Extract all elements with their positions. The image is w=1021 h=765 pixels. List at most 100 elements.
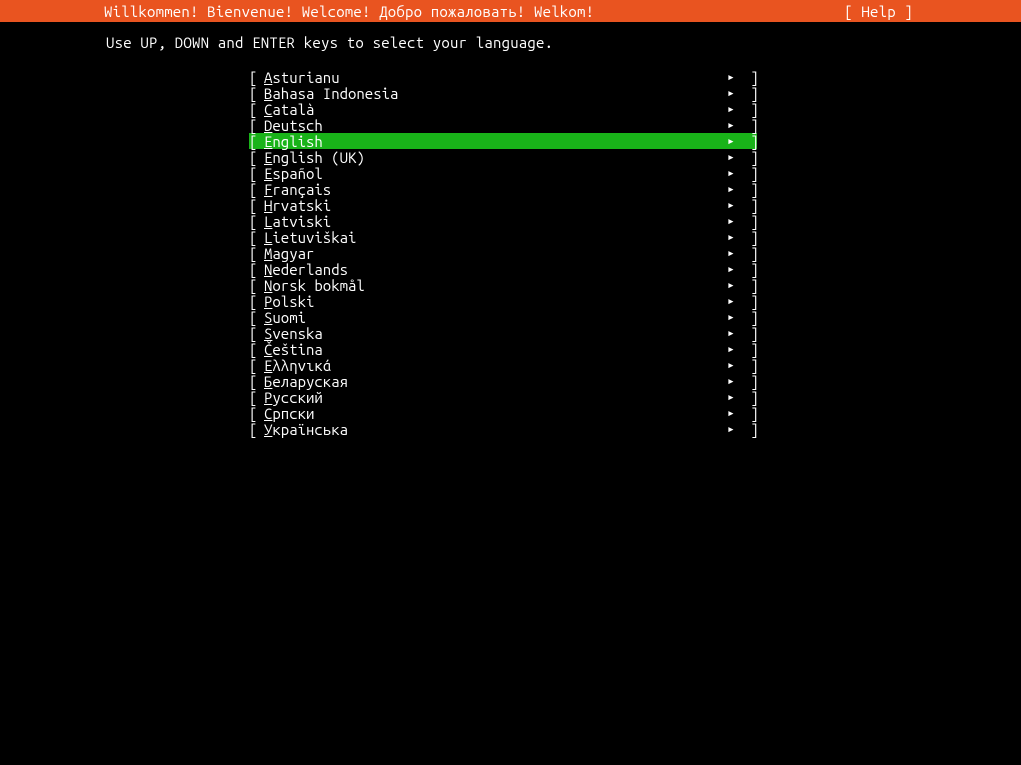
instruction-text: Use UP, DOWN and ENTER keys to select yo… [0, 22, 1021, 51]
language-item[interactable]: [ Asturianu▸ ] [249, 69, 757, 85]
language-item[interactable]: [ Deutsch▸ ] [249, 117, 757, 133]
left-bracket: [ [249, 357, 264, 374]
right-bracket: ] [742, 261, 757, 278]
left-bracket: [ [249, 421, 264, 438]
right-bracket: ] [742, 373, 757, 390]
right-bracket: ] [742, 325, 757, 342]
right-bracket: ] [742, 341, 757, 358]
arrow-right-icon: ▸ [727, 102, 742, 117]
language-name: Polski [264, 293, 727, 310]
language-name: Hrvatski [264, 197, 727, 214]
language-name: Español [264, 165, 727, 182]
language-item[interactable]: [ Nederlands▸ ] [249, 261, 757, 277]
left-bracket: [ [249, 213, 264, 230]
language-item[interactable]: [ Polski▸ ] [249, 293, 757, 309]
right-bracket: ] [742, 421, 757, 438]
arrow-right-icon: ▸ [727, 70, 742, 85]
language-list: [ Asturianu▸ ][ Bahasa Indonesia▸ ][ Cat… [0, 69, 1021, 437]
left-bracket: [ [249, 165, 264, 182]
left-bracket: [ [249, 341, 264, 358]
language-item[interactable]: [ Suomi▸ ] [249, 309, 757, 325]
right-bracket: ] [742, 197, 757, 214]
language-item[interactable]: [ Español▸ ] [249, 165, 757, 181]
language-item[interactable]: [ Bahasa Indonesia▸ ] [249, 85, 757, 101]
arrow-right-icon: ▸ [727, 326, 742, 341]
arrow-right-icon: ▸ [727, 182, 742, 197]
language-item[interactable]: [ Беларуская▸ ] [249, 373, 757, 389]
language-name: Русский [264, 389, 727, 406]
right-bracket: ] [742, 293, 757, 310]
language-item[interactable]: [ Svenska▸ ] [249, 325, 757, 341]
language-item[interactable]: [ Català▸ ] [249, 101, 757, 117]
arrow-right-icon: ▸ [727, 118, 742, 133]
arrow-right-icon: ▸ [727, 374, 742, 389]
arrow-right-icon: ▸ [727, 150, 742, 165]
arrow-right-icon: ▸ [727, 358, 742, 373]
language-name: Suomi [264, 309, 727, 326]
arrow-right-icon: ▸ [727, 166, 742, 181]
language-name: Latviski [264, 213, 727, 230]
right-bracket: ] [742, 149, 757, 166]
language-name: Українська [264, 421, 727, 438]
right-bracket: ] [742, 389, 757, 406]
left-bracket: [ [249, 405, 264, 422]
left-bracket: [ [249, 69, 264, 86]
right-bracket: ] [742, 229, 757, 246]
right-bracket: ] [742, 245, 757, 262]
arrow-right-icon: ▸ [727, 262, 742, 277]
language-name: English (UK) [264, 149, 727, 166]
left-bracket: [ [249, 325, 264, 342]
language-item[interactable]: [ Українська▸ ] [249, 421, 757, 437]
right-bracket: ] [742, 69, 757, 86]
language-item[interactable]: [ Ελληνικά▸ ] [249, 357, 757, 373]
right-bracket: ] [742, 405, 757, 422]
arrow-right-icon: ▸ [727, 134, 742, 149]
language-item[interactable]: [ Magyar▸ ] [249, 245, 757, 261]
language-name: Català [264, 101, 727, 118]
left-bracket: [ [249, 309, 264, 326]
language-name: Français [264, 181, 727, 198]
right-bracket: ] [742, 117, 757, 134]
language-name: Asturianu [264, 69, 727, 86]
left-bracket: [ [249, 149, 264, 166]
language-item[interactable]: [ Hrvatski▸ ] [249, 197, 757, 213]
language-name: Ελληνικά [264, 357, 727, 374]
arrow-right-icon: ▸ [727, 390, 742, 405]
language-name: Čeština [264, 341, 727, 358]
arrow-right-icon: ▸ [727, 342, 742, 357]
language-item[interactable]: [ Čeština▸ ] [249, 341, 757, 357]
left-bracket: [ [249, 229, 264, 246]
language-item[interactable]: [ Српски▸ ] [249, 405, 757, 421]
language-name: Svenska [264, 325, 727, 342]
language-item[interactable]: [ Lietuviškai▸ ] [249, 229, 757, 245]
arrow-right-icon: ▸ [727, 406, 742, 421]
left-bracket: [ [249, 85, 264, 102]
left-bracket: [ [249, 133, 264, 150]
left-bracket: [ [249, 181, 264, 198]
language-name: English [264, 133, 727, 150]
language-item[interactable]: [ Latviski▸ ] [249, 213, 757, 229]
help-button[interactable]: [ Help ] [844, 3, 1021, 20]
right-bracket: ] [742, 85, 757, 102]
left-bracket: [ [249, 197, 264, 214]
language-name: Nederlands [264, 261, 727, 278]
language-name: Lietuviškai [264, 229, 727, 246]
arrow-right-icon: ▸ [727, 214, 742, 229]
language-item[interactable]: [ English▸ ] [249, 133, 757, 149]
arrow-right-icon: ▸ [727, 294, 742, 309]
header-bar: Willkommen! Bienvenue! Welcome! Добро по… [0, 0, 1021, 22]
language-item[interactable]: [ Norsk bokmål▸ ] [249, 277, 757, 293]
arrow-right-icon: ▸ [727, 86, 742, 101]
arrow-right-icon: ▸ [727, 246, 742, 261]
arrow-right-icon: ▸ [727, 278, 742, 293]
language-item[interactable]: [ Français▸ ] [249, 181, 757, 197]
right-bracket: ] [742, 357, 757, 374]
language-name: Magyar [264, 245, 727, 262]
language-item[interactable]: [ English (UK)▸ ] [249, 149, 757, 165]
language-item[interactable]: [ Русский▸ ] [249, 389, 757, 405]
arrow-right-icon: ▸ [727, 310, 742, 325]
header-title: Willkommen! Bienvenue! Welcome! Добро по… [0, 3, 594, 20]
right-bracket: ] [742, 133, 757, 150]
left-bracket: [ [249, 101, 264, 118]
right-bracket: ] [742, 277, 757, 294]
